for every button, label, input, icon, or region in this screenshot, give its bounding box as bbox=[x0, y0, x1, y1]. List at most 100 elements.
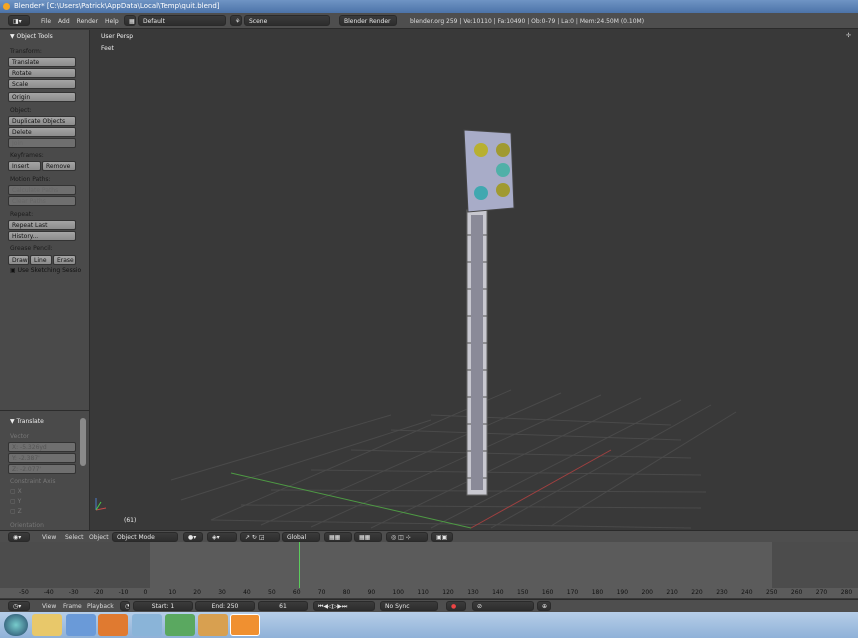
timeline-tick-label: 150 bbox=[517, 589, 529, 596]
timeline-view-menu[interactable]: View bbox=[42, 603, 56, 610]
screen-layout-icon[interactable]: ▦ bbox=[124, 15, 136, 26]
screen-layout-select[interactable]: Default bbox=[138, 15, 226, 26]
sync-select[interactable]: No Sync bbox=[380, 601, 438, 611]
repeat-last-button[interactable]: Repeat Last bbox=[8, 220, 76, 230]
constraint-z-checkbox[interactable]: ▢ Z bbox=[10, 508, 22, 515]
duplicate-objects-button[interactable]: Duplicate Objects bbox=[8, 116, 76, 126]
timeline-tick-label: -20 bbox=[93, 589, 104, 596]
info-header: ◨▾ File Add Render Help ▦ Default ⚘ Scene B… bbox=[0, 13, 858, 29]
start-button[interactable] bbox=[4, 614, 28, 636]
preview-range-button[interactable]: ◔ bbox=[120, 601, 130, 611]
insert-keyframe-button[interactable]: Insert bbox=[8, 161, 41, 171]
shading-select[interactable]: ●▾ bbox=[183, 532, 203, 542]
line-button[interactable]: Line bbox=[30, 255, 52, 265]
render-engine-select[interactable]: Blender Render bbox=[339, 15, 397, 26]
x-axis-line bbox=[230, 472, 472, 529]
media-player-taskbar-icon[interactable] bbox=[66, 614, 96, 636]
timeline-tick-label: 80 bbox=[342, 589, 351, 596]
playback-menu[interactable]: Playback bbox=[87, 603, 114, 610]
mode-select[interactable]: Object Mode bbox=[112, 532, 178, 542]
origin-button[interactable]: Origin bbox=[8, 92, 76, 102]
manipulator-buttons[interactable]: ↗ ↻ ◲ bbox=[240, 532, 280, 542]
timeline-tick-label: 160 bbox=[541, 589, 554, 596]
keying-set-field[interactable]: ⊘ bbox=[472, 601, 534, 611]
vector-x-field[interactable]: X: -5.326yd bbox=[8, 442, 76, 452]
pivot-select[interactable]: ◈▾ bbox=[207, 532, 237, 542]
timeline-header: ◷▾ View Frame Playback ◔ Start: 1 End: 2… bbox=[0, 599, 858, 612]
start-frame-field[interactable]: Start: 1 bbox=[133, 601, 193, 611]
clear-paths-button[interactable]: Clear Paths bbox=[8, 196, 76, 206]
layers-group-2[interactable]: ▦▦ bbox=[354, 532, 382, 542]
axis-gizmo bbox=[95, 498, 107, 511]
orientation-label: Orientation bbox=[10, 522, 44, 529]
playback-controls[interactable]: ⏮◀◁▷▶⏭ bbox=[313, 601, 375, 611]
delete-button[interactable]: Delete bbox=[8, 127, 76, 137]
render-buttons[interactable]: ▣▣ bbox=[431, 532, 453, 542]
grid-floor bbox=[170, 389, 737, 529]
layers-group-1[interactable]: ▦▦ bbox=[324, 532, 352, 542]
join-button[interactable]: Join bbox=[8, 138, 76, 148]
translate-operator-header[interactable]: ▼ Translate bbox=[10, 418, 44, 425]
main-menu: File Add Render Help bbox=[41, 18, 126, 25]
current-frame-marker[interactable] bbox=[299, 542, 300, 588]
timeline-tick-label: -30 bbox=[68, 589, 79, 596]
menu-add[interactable]: Add bbox=[58, 18, 70, 25]
timeline-tick-label: 70 bbox=[317, 589, 326, 596]
tool-shelf-scrollbar[interactable] bbox=[80, 418, 86, 466]
app-taskbar-icon-1[interactable] bbox=[132, 614, 162, 636]
history-button[interactable]: History... bbox=[8, 231, 76, 241]
app-taskbar-icon-3[interactable] bbox=[198, 614, 228, 636]
constraint-x-checkbox[interactable]: ▢ X bbox=[10, 488, 22, 495]
timeline-tick-label: 90 bbox=[367, 589, 376, 596]
calculate-paths-button[interactable]: Calculate Paths bbox=[8, 185, 76, 195]
explorer-taskbar-icon[interactable] bbox=[32, 614, 62, 636]
scale-button[interactable]: Scale bbox=[8, 79, 76, 89]
remove-keyframe-button[interactable]: Remove bbox=[42, 161, 76, 171]
timeline-tick-label: 0 bbox=[143, 589, 148, 596]
timeline-tick-label: 120 bbox=[442, 589, 454, 596]
viewport-scene bbox=[95, 129, 737, 529]
object-menu[interactable]: Object bbox=[89, 534, 109, 541]
frame-menu[interactable]: Frame bbox=[63, 603, 82, 610]
scene-stats: blender.org 259 | Ve:10110 | Fa:10490 | … bbox=[410, 18, 645, 25]
timeline-after-range bbox=[772, 542, 858, 588]
3d-viewport[interactable]: User Persp Feet (61) ✢ bbox=[91, 30, 858, 530]
draw-button[interactable]: Draw bbox=[8, 255, 29, 265]
object-tools-header[interactable]: ▼ Object Tools bbox=[10, 33, 53, 40]
app-taskbar-icon-2[interactable] bbox=[165, 614, 195, 636]
view-name-label: User Persp bbox=[101, 33, 134, 40]
timeline[interactable]: -50 -40 -30 -20 -10 0 10 20 30 40 50 60 70 80 90 100 110… bbox=[0, 542, 858, 598]
view-editor-type-button[interactable]: ◉▾ bbox=[8, 532, 30, 542]
keyframe-buttons[interactable]: ⊕ bbox=[537, 601, 551, 611]
rotate-button[interactable]: Rotate bbox=[8, 68, 76, 78]
menu-file[interactable]: File bbox=[41, 18, 51, 25]
firefox-taskbar-icon[interactable] bbox=[98, 614, 128, 636]
menu-render[interactable]: Render bbox=[77, 18, 98, 25]
grease-pencil-label: Grease Pencil: bbox=[10, 245, 53, 252]
current-frame-field[interactable]: 61 bbox=[258, 601, 308, 611]
record-button[interactable]: ● bbox=[446, 601, 466, 611]
erase-button[interactable]: Erase bbox=[53, 255, 76, 265]
translate-button[interactable]: Translate bbox=[8, 57, 76, 67]
scene-select[interactable]: Scene bbox=[244, 15, 330, 26]
constraint-y-checkbox[interactable]: ▢ Y bbox=[10, 498, 21, 505]
blender-taskbar-icon[interactable] bbox=[230, 614, 260, 636]
timeline-tick-label: 280 bbox=[840, 589, 853, 596]
end-frame-field[interactable]: End: 250 bbox=[195, 601, 255, 611]
scene-icon[interactable]: ⚘ bbox=[230, 15, 242, 26]
timeline-tick-label: 50 bbox=[268, 589, 276, 596]
repeat-label: Repeat: bbox=[10, 211, 34, 218]
timeline-tick-label: 40 bbox=[243, 589, 251, 596]
snap-buttons[interactable]: ◎ ◫ ⊹ bbox=[386, 532, 428, 542]
use-sketching-checkbox[interactable]: ▣ Use Sketching Sessio bbox=[10, 267, 81, 274]
orientation-select[interactable]: Global bbox=[282, 532, 320, 542]
editor-type-button[interactable]: ◨▾ bbox=[8, 15, 30, 26]
select-menu[interactable]: Select bbox=[65, 534, 84, 541]
vector-y-field[interactable]: Y: -2.387' bbox=[8, 453, 76, 463]
timeline-tick-label: 20 bbox=[193, 589, 201, 596]
timeline-editor-type-button[interactable]: ◷▾ bbox=[8, 601, 30, 611]
menu-help[interactable]: Help bbox=[105, 18, 119, 25]
viewport-corner-icon[interactable]: ✢ bbox=[846, 32, 851, 39]
view-menu[interactable]: View bbox=[42, 534, 56, 541]
vector-z-field[interactable]: Z: -2.077' bbox=[8, 464, 76, 474]
